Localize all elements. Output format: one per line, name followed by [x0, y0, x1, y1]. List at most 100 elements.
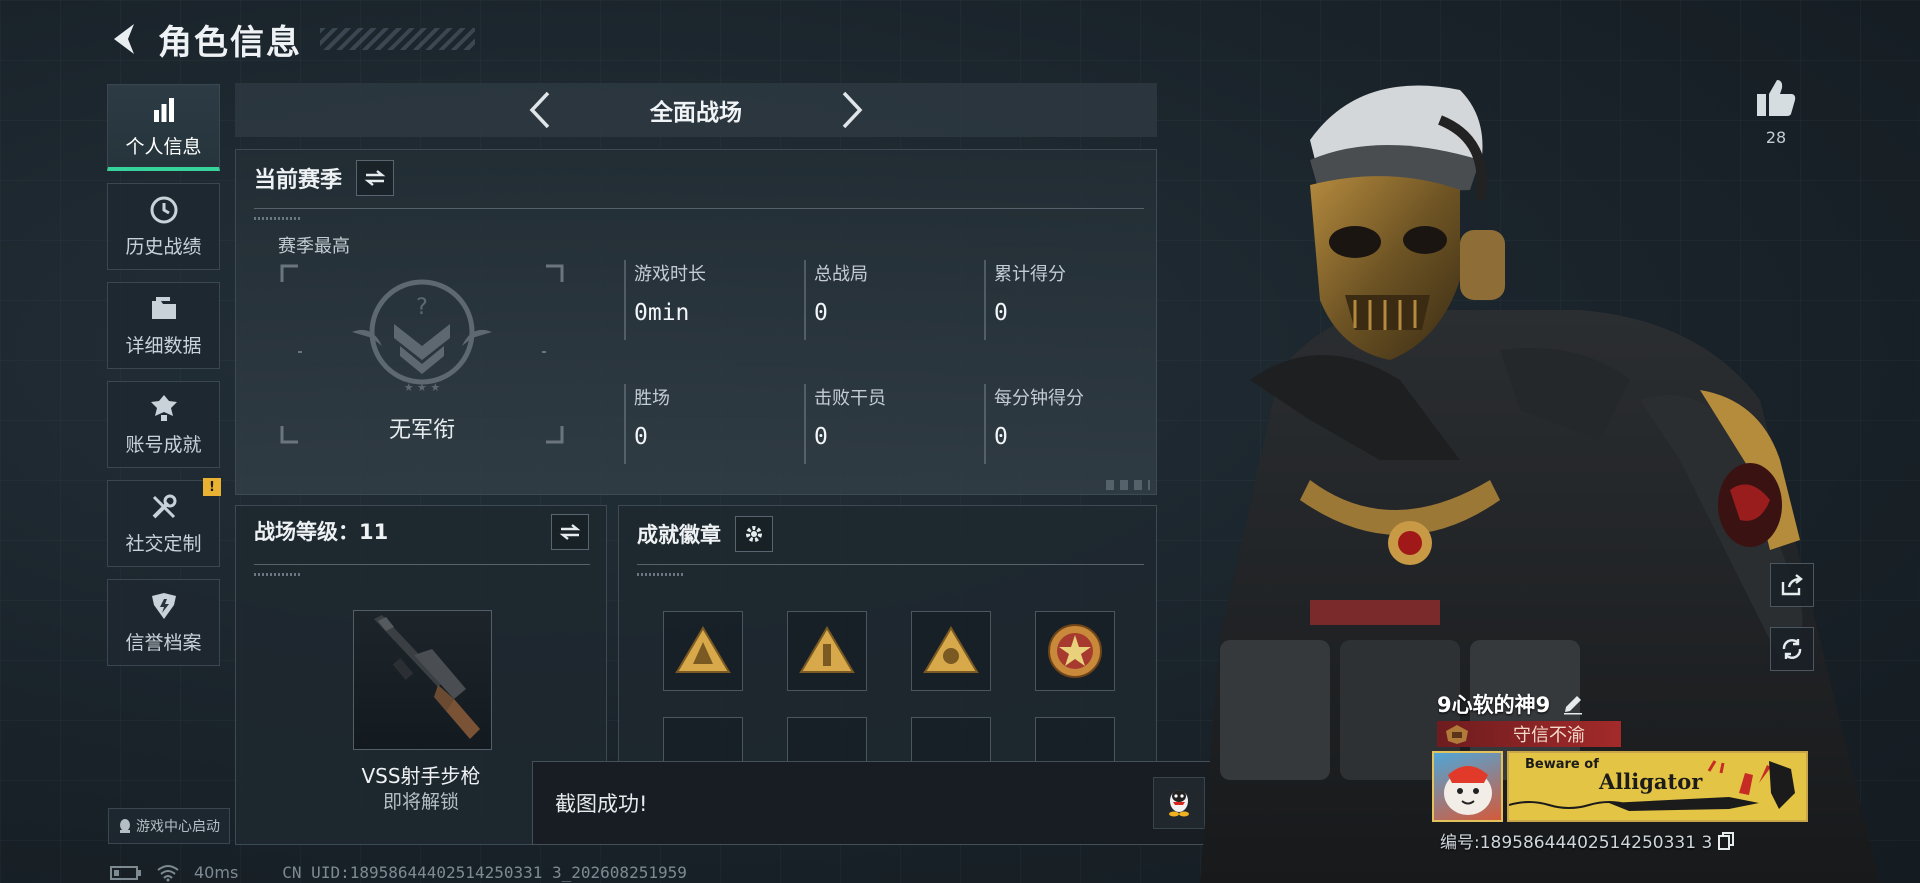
qq-icon — [120, 819, 130, 833]
badges-settings-button[interactable] — [735, 516, 773, 552]
folder-icon — [148, 293, 180, 325]
like-button[interactable]: 28 — [1752, 78, 1800, 147]
divider-tick — [254, 573, 302, 576]
stat-label: 总战局 — [814, 264, 868, 285]
shield-icon — [148, 590, 180, 622]
nav-item-detail-data[interactable]: 详细数据 — [107, 282, 220, 369]
title-decoration — [320, 28, 475, 50]
bar-chart-icon — [148, 94, 180, 126]
share-icon — [1781, 574, 1803, 596]
edit-pencil-icon[interactable] — [1562, 693, 1584, 715]
mode-title: 全面战场 — [650, 100, 742, 126]
back-arrow-icon[interactable] — [108, 14, 144, 64]
player-name: 9心软的神9 — [1437, 693, 1551, 717]
gear-icon — [746, 526, 762, 542]
stat-value: 0 — [994, 424, 1008, 450]
badge-slot[interactable] — [787, 611, 867, 691]
player-name-row: 9心软的神9 — [1437, 689, 1584, 719]
wifi-icon — [157, 864, 179, 881]
nav-item-reputation[interactable]: 信誉档案 — [107, 579, 220, 666]
nav-item-achievements[interactable]: 账号成就 — [107, 381, 220, 468]
mode-selector: 全面战场 — [235, 83, 1157, 137]
status-bar: 40ms CN UID:18958644402514250331 3_20260… — [110, 863, 687, 882]
game-center-label: 游戏中心启动 — [136, 819, 220, 835]
avatar[interactable] — [1432, 751, 1503, 822]
copy-icon[interactable] — [1718, 831, 1735, 850]
badge-slot[interactable] — [663, 611, 743, 691]
battery-icon — [110, 865, 141, 880]
nav-label: 社交定制 — [125, 533, 202, 555]
cn-uid-text: CN UID:18958644402514250331 3_2026082519… — [282, 863, 687, 882]
stat-value: 0min — [634, 300, 690, 326]
stat-total-score: 累计得分 0 — [984, 260, 1164, 340]
star-emblem-badge-icon — [1048, 624, 1102, 678]
nav-label: 个人信息 — [125, 135, 202, 158]
player-title[interactable]: 守信不渝 — [1437, 721, 1621, 747]
svg-text:★ ★ ★: ★ ★ ★ — [404, 381, 441, 394]
refresh-icon — [1782, 639, 1802, 659]
page-title: 角色信息 — [158, 22, 302, 63]
stat-label: 每分钟得分 — [994, 388, 1084, 409]
badge-slot[interactable] — [1035, 611, 1115, 691]
corner-decoration — [1106, 480, 1150, 490]
stat-value: 0 — [994, 300, 1008, 326]
badge-slot[interactable] — [911, 611, 991, 691]
nav-item-social-custom[interactable]: ! 社交定制 — [107, 478, 221, 567]
season-header: 当前赛季 — [254, 160, 395, 196]
level-header: 战场等级：11 — [254, 516, 388, 546]
divider — [637, 564, 1144, 565]
title-emblem-icon — [1437, 721, 1477, 747]
rank-display: ? ★ ★ ★ 无军衔 — [280, 264, 564, 444]
ping-value: 40ms — [194, 863, 239, 882]
rotate-button[interactable] — [1770, 627, 1814, 671]
nav-label: 详细数据 — [125, 335, 202, 357]
nav-label: 历史战绩 — [125, 236, 202, 258]
tools-icon — [148, 491, 180, 523]
player-banner[interactable]: Beware of Alligator — [1507, 751, 1808, 822]
season-title: 当前赛季 — [254, 168, 343, 193]
divider — [254, 564, 590, 565]
rank-emblem-icon: ? ★ ★ ★ — [352, 279, 492, 394]
triangle-badge-icon — [923, 626, 979, 673]
nav-item-personal-info[interactable]: 个人信息 — [107, 84, 220, 171]
stat-label: 胜场 — [634, 388, 670, 409]
swap-icon — [559, 524, 581, 540]
stat-score-per-minute: 每分钟得分 0 — [984, 384, 1164, 464]
triangle-badge-icon — [799, 626, 855, 673]
thumbs-up-icon — [1757, 80, 1796, 116]
alert-badge: ! — [203, 478, 221, 496]
toast-message: 截图成功! — [555, 792, 648, 816]
season-swap-button[interactable] — [356, 160, 395, 196]
stat-play-time: 游戏时长 0min — [624, 260, 804, 340]
season-panel: 当前赛季 赛季最高 ? ★ ★ ★ 无军衔 游戏时长 0min 总战局 0 累计… — [235, 149, 1157, 495]
share-button[interactable] — [1770, 563, 1814, 607]
player-id: 编号:18958644402514250331 3 — [1440, 833, 1713, 853]
next-mode-chevron-right-icon[interactable] — [832, 87, 872, 133]
nav-label: 信誉档案 — [125, 632, 202, 654]
svg-text:?: ? — [416, 295, 428, 320]
nav-label: 账号成就 — [125, 434, 202, 456]
stat-total-matches: 总战局 0 — [804, 260, 984, 340]
clock-icon — [148, 194, 180, 226]
weapon-card[interactable] — [353, 610, 492, 750]
game-center-button[interactable]: 游戏中心启动 — [108, 808, 230, 844]
left-nav: 个人信息 历史战绩 详细数据 账号成就 ! 社交定制 信誉档案 — [107, 84, 221, 678]
stat-wins: 胜场 0 — [624, 384, 804, 464]
prev-mode-chevron-left-icon[interactable] — [520, 87, 560, 133]
season-stats: 游戏时长 0min 总战局 0 累计得分 0 胜场 0 击败干员 0 每分钟得分… — [624, 260, 1154, 464]
stat-kills: 击败干员 0 — [804, 384, 984, 464]
nav-item-history[interactable]: 历史战绩 — [107, 183, 220, 270]
medal-icon — [148, 392, 180, 424]
stat-value: 0 — [814, 424, 828, 450]
rifle-icon — [374, 615, 480, 739]
level-swap-button[interactable] — [551, 514, 589, 550]
divider-tick — [637, 573, 685, 576]
title-text: 守信不渝 — [1513, 725, 1585, 746]
badges-header: 成就徽章 — [637, 516, 773, 552]
divider — [254, 208, 1144, 209]
player-id-row: 编号:18958644402514250331 3 — [1440, 828, 1735, 853]
stat-value: 0 — [634, 424, 648, 450]
stat-label: 累计得分 — [994, 264, 1066, 285]
season-best-label: 赛季最高 — [278, 236, 350, 257]
swap-icon — [364, 170, 386, 186]
